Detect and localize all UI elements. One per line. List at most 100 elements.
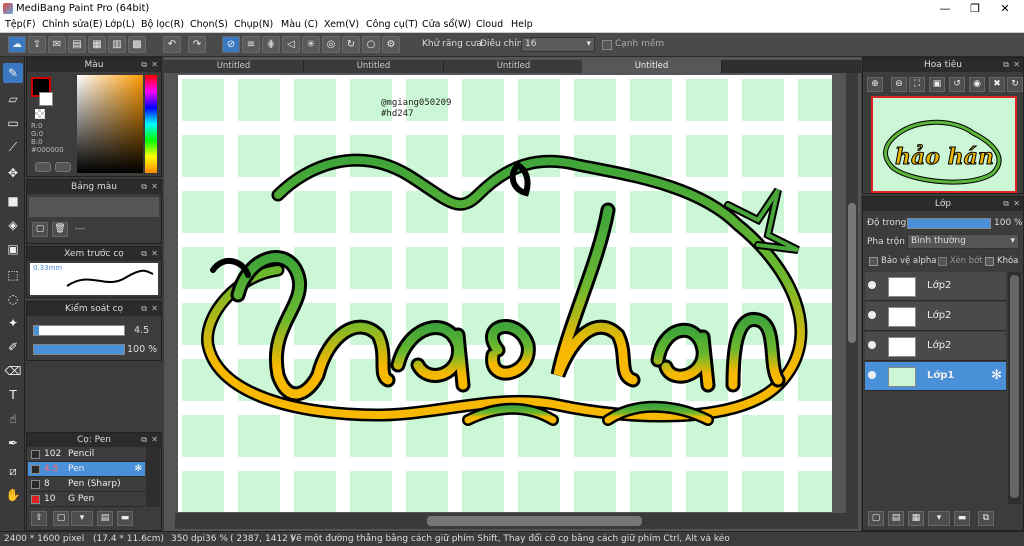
add-brush-icon[interactable]: ⇧ <box>31 511 47 526</box>
menu-file[interactable]: Tệp(F) <box>5 19 36 30</box>
fill-shape-icon[interactable]: ■ <box>3 191 23 211</box>
menu-help[interactable]: Help <box>511 19 533 30</box>
layer-scrollbar[interactable] <box>1008 272 1021 504</box>
maximize-button[interactable]: ❐ <box>960 0 990 18</box>
lasso-icon[interactable]: ◌ <box>3 289 23 309</box>
drawing-canvas[interactable]: @mgiang050209 #hd247 <box>178 75 832 512</box>
tab-untitled-2[interactable]: Untitled <box>304 60 444 73</box>
rotate-right-icon[interactable]: ↻ <box>1007 77 1023 92</box>
layer-row[interactable]: Lớp2 <box>865 272 1006 301</box>
eye-icon[interactable] <box>868 341 876 349</box>
cross-snap-icon[interactable]: ⋕ <box>262 36 280 53</box>
popout-icon[interactable]: ⧉ <box>141 247 147 261</box>
layer-opacity-slider[interactable] <box>907 218 991 229</box>
popout-icon[interactable]: ⧉ <box>141 180 147 194</box>
navigator-thumbnail[interactable]: hảo hán <box>871 96 1017 193</box>
background-swatch[interactable] <box>39 92 53 106</box>
rect-select-icon[interactable]: ▭ <box>3 113 23 133</box>
menu-view[interactable]: Xem(V) <box>324 19 359 30</box>
swap-color-button[interactable] <box>55 162 71 172</box>
tab-untitled-4[interactable]: Untitled <box>582 60 722 73</box>
popout-icon[interactable]: ⧉ <box>1003 197 1009 211</box>
popout-icon[interactable]: ⧉ <box>141 302 147 316</box>
new-layer-icon[interactable]: ▢ <box>868 511 884 526</box>
clip-checkbox[interactable] <box>938 257 947 266</box>
comment-icon[interactable]: ✉ <box>48 36 66 53</box>
select-icon[interactable]: ⬚ <box>3 265 23 285</box>
layer-menu-icon[interactable]: ▾ <box>928 511 950 526</box>
brush-item-g-pen[interactable]: 10 G Pen <box>28 492 145 507</box>
menu-capture[interactable]: Chụp(N) <box>234 19 273 30</box>
close-button[interactable]: ✕ <box>990 0 1020 18</box>
ellipse-snap-icon[interactable]: ○ <box>362 36 380 53</box>
palette-swatches[interactable] <box>29 197 159 217</box>
transparent-swatch[interactable] <box>35 109 45 119</box>
tab-untitled-3[interactable]: Untitled <box>444 60 584 73</box>
grid-icon[interactable]: ▩ <box>128 36 146 53</box>
select-pen-icon[interactable]: ✐ <box>3 337 23 357</box>
new-1bit-layer-icon[interactable]: ▦ <box>908 511 924 526</box>
close-icon[interactable]: ✕ <box>151 433 158 447</box>
circle-snap-icon[interactable]: ◎ <box>322 36 340 53</box>
redo-icon[interactable]: ↷ <box>188 36 206 53</box>
close-icon[interactable]: ✕ <box>151 247 158 261</box>
popout-icon[interactable]: ⧉ <box>141 433 147 447</box>
menu-cloud[interactable]: Cloud <box>476 19 503 30</box>
hand-icon[interactable]: ✋ <box>3 485 23 505</box>
zoom-in-icon[interactable]: ⊕ <box>867 77 883 92</box>
gear-icon[interactable]: ✻ <box>991 368 1002 383</box>
duplicate-layer-icon[interactable]: ⧉ <box>978 511 994 526</box>
layer-row[interactable]: Lớp2 <box>865 332 1006 361</box>
close-icon[interactable]: ✕ <box>151 302 158 316</box>
vanish-snap-icon[interactable]: ◁ <box>282 36 300 53</box>
folder-icon[interactable]: ▬ <box>117 511 133 526</box>
menu-select[interactable]: Chọn(S) <box>190 19 228 30</box>
actual-size-icon[interactable]: ▣ <box>929 77 945 92</box>
soft-edge-checkbox[interactable] <box>602 40 612 50</box>
text-icon[interactable]: T <box>3 385 23 405</box>
zoom-out-icon[interactable]: ⊖ <box>891 77 907 92</box>
close-icon[interactable]: ✕ <box>151 180 158 194</box>
brush-doc-icon[interactable]: ▤ <box>97 511 113 526</box>
eraser-icon[interactable]: ▱ <box>3 89 23 109</box>
cloud-icon[interactable]: ☁ <box>8 36 26 53</box>
parallel-snap-icon[interactable]: ≡ <box>242 36 260 53</box>
menu-filter[interactable]: Bộ lọc(R) <box>141 19 184 30</box>
layer-row[interactable]: Lớp2 <box>865 302 1006 331</box>
color-mode-button[interactable] <box>35 162 51 172</box>
new-halftone-layer-icon[interactable]: ▤ <box>888 511 904 526</box>
brush-list-scrollbar[interactable] <box>146 447 160 507</box>
lock-checkbox[interactable] <box>985 257 994 266</box>
undo-icon[interactable]: ↶ <box>163 36 181 53</box>
eye-icon[interactable] <box>868 281 876 289</box>
menu-edit[interactable]: Chỉnh sửa(E) <box>42 19 103 30</box>
folder-icon[interactable]: ▬ <box>954 511 970 526</box>
gear-icon[interactable]: ✻ <box>134 462 142 477</box>
vertical-scrollbar[interactable] <box>846 73 858 513</box>
close-icon[interactable]: ✕ <box>151 58 158 72</box>
flip-icon[interactable]: ✖ <box>989 77 1005 92</box>
move-icon[interactable]: ✥ <box>3 163 23 183</box>
close-icon[interactable]: ✕ <box>1013 58 1020 72</box>
menu-color[interactable]: Màu (C) <box>281 19 318 30</box>
line-icon[interactable]: ⟋ <box>3 137 23 157</box>
page-icon[interactable]: ▦ <box>88 36 106 53</box>
blend-mode-select[interactable]: Bình thường ▾ <box>907 234 1019 249</box>
export-icon[interactable]: ⇪ <box>28 36 46 53</box>
new-brush-icon[interactable]: ▢ <box>53 511 69 526</box>
delete-palette-icon[interactable]: 🗑 <box>52 222 68 237</box>
panel-icon[interactable]: ▥ <box>108 36 126 53</box>
layer-row-selected[interactable]: Lớp1 ✻ <box>865 362 1006 391</box>
minimize-button[interactable]: — <box>930 0 960 18</box>
brush-menu-icon[interactable]: ▾ <box>71 511 93 526</box>
brush-item-pencil[interactable]: 102 Pencil <box>28 447 145 462</box>
curve-snap-icon[interactable]: ↻ <box>342 36 360 53</box>
select-eraser-icon[interactable]: ⌫ <box>3 361 23 381</box>
menu-layer[interactable]: Lớp(L) <box>105 19 135 30</box>
hue-slider[interactable] <box>145 75 157 173</box>
eyedropper-icon[interactable]: ✒ <box>3 433 23 453</box>
horizontal-scrollbar[interactable] <box>175 513 858 529</box>
operation-icon[interactable]: ☝ <box>3 409 23 429</box>
divide-icon[interactable]: ⧄ <box>3 461 23 481</box>
brush-item-pen-sharp[interactable]: 8 Pen (Sharp) <box>28 477 145 492</box>
